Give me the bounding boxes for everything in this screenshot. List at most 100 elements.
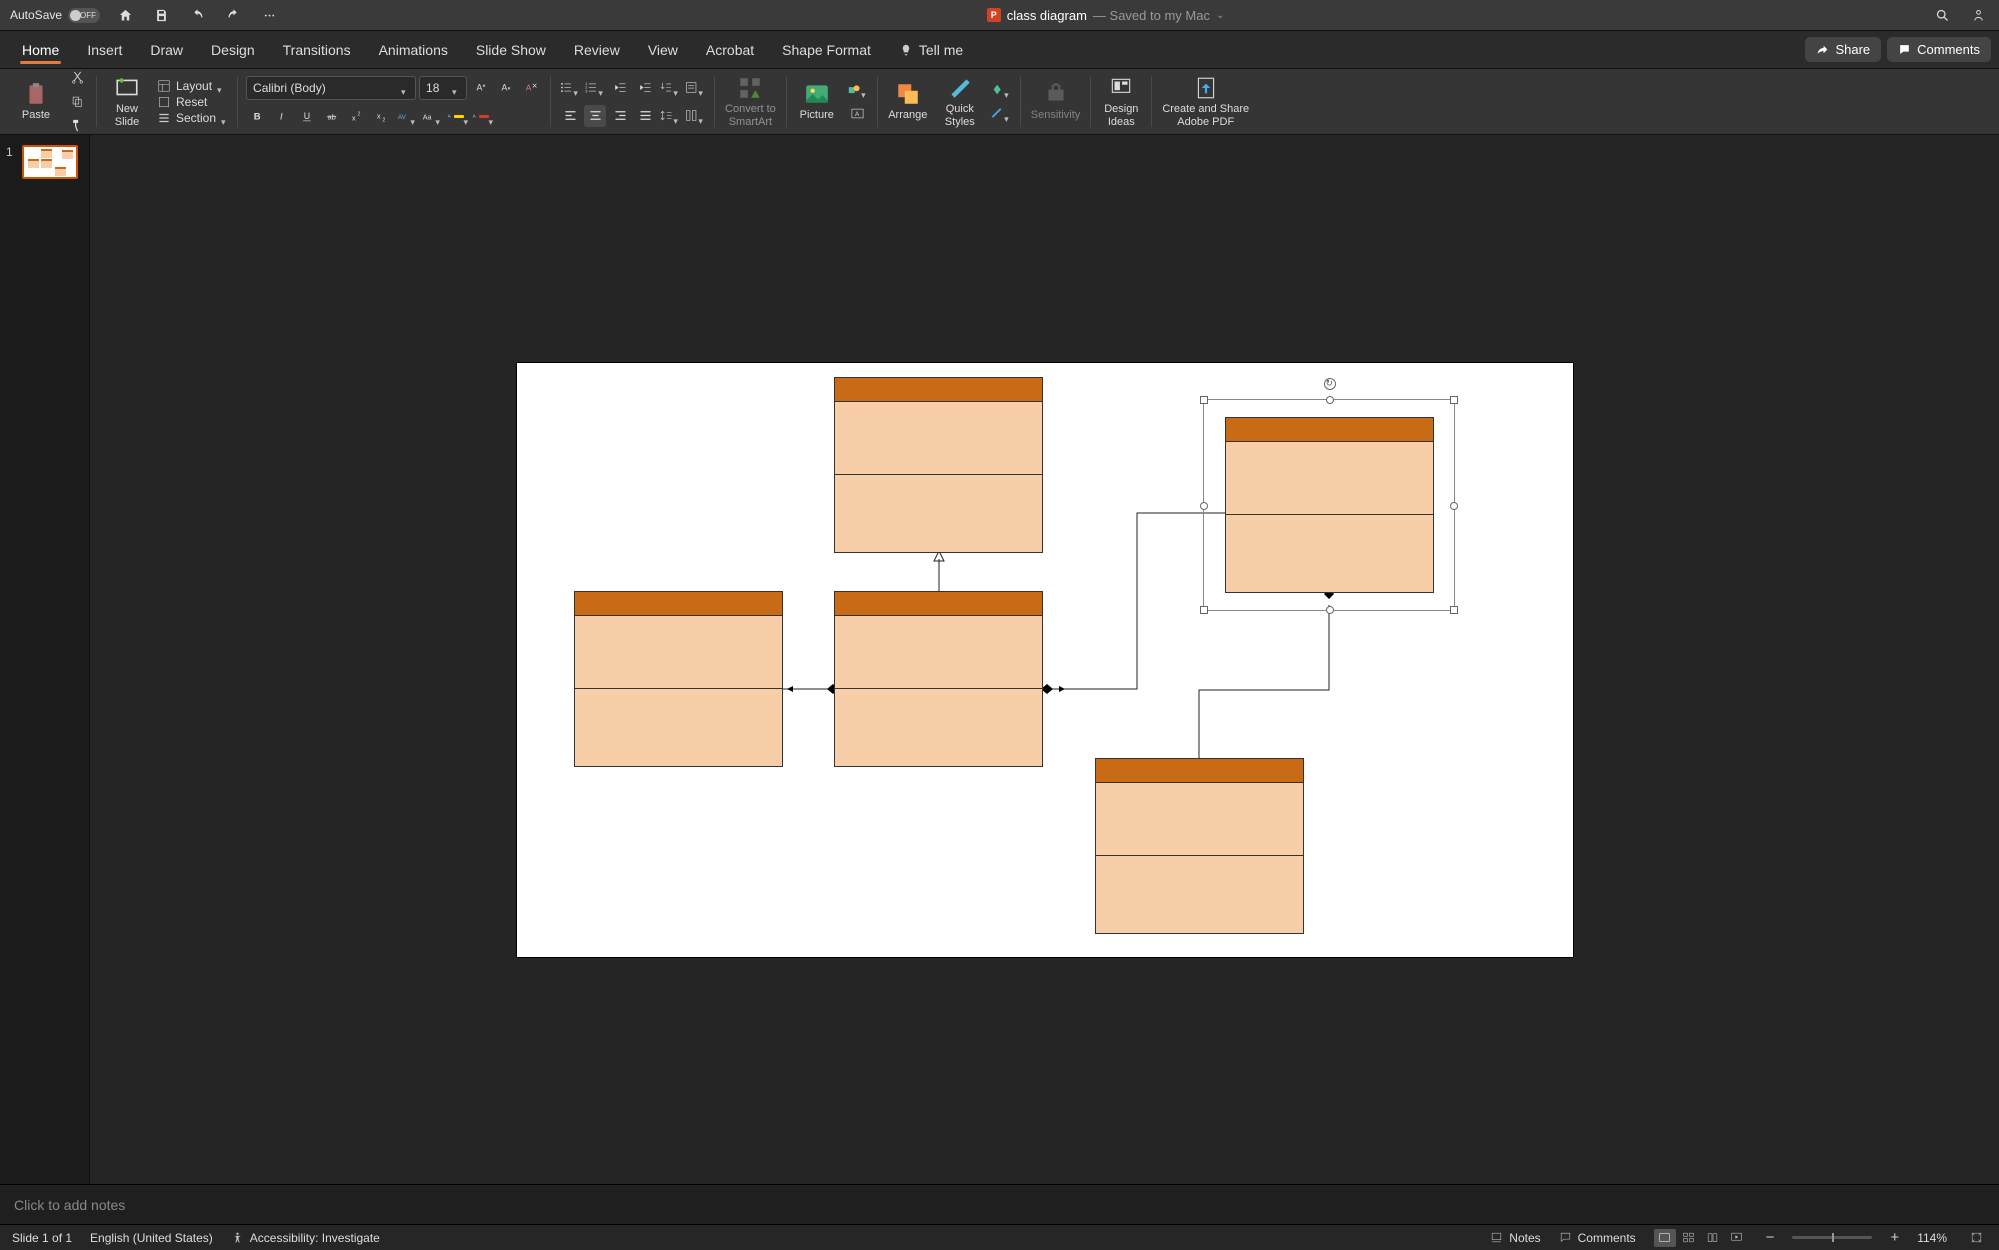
tab-insert[interactable]: Insert — [73, 31, 136, 68]
tab-transitions[interactable]: Transitions — [269, 31, 365, 68]
tab-shape-format[interactable]: Shape Format — [768, 31, 885, 68]
resize-handle[interactable] — [1326, 606, 1334, 614]
justify-icon[interactable] — [634, 105, 656, 127]
font-size-combo[interactable]: 18 — [419, 76, 467, 100]
autosave-toggle[interactable]: AutoSave OFF — [10, 8, 100, 23]
slideshow-view-icon[interactable] — [1726, 1229, 1748, 1247]
increase-indent-icon[interactable] — [634, 77, 656, 99]
change-case-icon[interactable]: Aa — [421, 106, 443, 128]
shape-outline-icon[interactable] — [990, 103, 1012, 125]
resize-handle[interactable] — [1450, 396, 1458, 404]
tab-draw[interactable]: Draw — [136, 31, 197, 68]
slide-sorter-icon[interactable] — [1678, 1229, 1700, 1247]
tab-animations[interactable]: Animations — [365, 31, 462, 68]
font-name-combo[interactable]: Calibri (Body) — [246, 76, 416, 100]
undo-icon[interactable] — [186, 4, 208, 26]
search-icon[interactable] — [1931, 4, 1953, 26]
tab-design[interactable]: Design — [197, 31, 269, 68]
redo-icon[interactable] — [222, 4, 244, 26]
bullets-icon[interactable] — [559, 77, 581, 99]
tab-home[interactable]: Home — [8, 31, 73, 68]
underline-icon[interactable]: U — [296, 106, 318, 128]
text-direction-icon[interactable] — [659, 77, 681, 99]
picture-button[interactable]: Picture — [795, 79, 839, 123]
toggle-switch-icon[interactable]: OFF — [68, 8, 100, 23]
slide-canvas[interactable] — [90, 135, 1999, 1184]
highlight-icon[interactable]: A — [446, 106, 468, 128]
zoom-level[interactable]: 114% — [1917, 1231, 1947, 1245]
rotate-handle-icon[interactable] — [1324, 378, 1336, 390]
subscript-icon[interactable]: x2 — [371, 106, 393, 128]
normal-view-icon[interactable] — [1654, 1229, 1676, 1247]
italic-icon[interactable]: I — [271, 106, 293, 128]
sensitivity-button[interactable]: Sensitivity — [1029, 79, 1083, 123]
increase-font-icon[interactable]: A▴ — [470, 77, 492, 99]
comments-toggle[interactable]: Comments — [1559, 1231, 1636, 1245]
layout-button[interactable]: Layout — [157, 79, 229, 93]
resize-handle[interactable] — [1326, 396, 1334, 404]
slide-counter[interactable]: Slide 1 of 1 — [12, 1231, 72, 1245]
line-spacing-icon[interactable] — [659, 105, 681, 127]
new-slide-button[interactable]: New Slide — [105, 73, 149, 129]
paste-button[interactable]: Paste — [14, 79, 58, 123]
slide-thumbnail[interactable]: 1 — [6, 145, 83, 179]
resize-handle[interactable] — [1200, 606, 1208, 614]
notes-toggle[interactable]: Notes — [1490, 1231, 1540, 1245]
arrange-button[interactable]: Arrange — [886, 79, 930, 123]
columns-icon[interactable] — [684, 105, 706, 127]
strikethrough-icon[interactable]: ab — [321, 106, 343, 128]
zoom-slider[interactable] — [1792, 1236, 1872, 1239]
decrease-indent-icon[interactable] — [609, 77, 631, 99]
convert-smartart-button[interactable]: Convert to SmartArt — [723, 73, 778, 129]
quick-styles-button[interactable]: Quick Styles — [938, 73, 982, 129]
bold-icon[interactable]: B — [246, 106, 268, 128]
tab-view[interactable]: View — [634, 31, 692, 68]
design-ideas-button[interactable]: Design Ideas — [1099, 73, 1143, 129]
save-icon[interactable] — [150, 4, 172, 26]
copy-icon[interactable] — [66, 91, 88, 113]
format-painter-icon[interactable] — [66, 115, 88, 137]
align-left-icon[interactable] — [559, 105, 581, 127]
cut-icon[interactable] — [66, 67, 88, 89]
share-toolbar-icon[interactable] — [1967, 4, 1989, 26]
overflow-icon[interactable] — [258, 4, 280, 26]
chevron-down-icon[interactable]: ⌄ — [1216, 10, 1224, 21]
zoom-out-icon[interactable]: − — [1766, 1229, 1775, 1246]
numbering-icon[interactable]: 123 — [584, 77, 606, 99]
shapes-icon[interactable] — [847, 79, 869, 101]
class-box[interactable] — [1095, 758, 1304, 934]
class-box[interactable] — [834, 377, 1043, 553]
slide[interactable] — [517, 363, 1573, 957]
resize-handle[interactable] — [1200, 396, 1208, 404]
align-center-icon[interactable] — [584, 105, 606, 127]
slide-thumbnail-panel[interactable]: 1 — [0, 135, 90, 1184]
tell-me-search[interactable]: Tell me — [885, 31, 977, 68]
notes-pane[interactable]: Click to add notes — [0, 1184, 1999, 1224]
language-button[interactable]: English (United States) — [90, 1231, 213, 1245]
resize-handle[interactable] — [1450, 606, 1458, 614]
accessibility-button[interactable]: Accessibility: Investigate — [231, 1231, 380, 1245]
tab-slide-show[interactable]: Slide Show — [462, 31, 560, 68]
share-button[interactable]: Share — [1805, 37, 1881, 62]
home-icon[interactable] — [114, 4, 136, 26]
class-box[interactable] — [834, 591, 1043, 767]
create-pdf-button[interactable]: Create and Share Adobe PDF — [1160, 73, 1251, 129]
zoom-in-icon[interactable]: + — [1890, 1229, 1899, 1246]
fit-to-window-icon[interactable] — [1965, 1229, 1987, 1247]
class-box-selected[interactable] — [1225, 417, 1434, 593]
tab-review[interactable]: Review — [560, 31, 634, 68]
align-right-icon[interactable] — [609, 105, 631, 127]
resize-handle[interactable] — [1200, 502, 1208, 510]
document-title[interactable]: class diagram — [1007, 8, 1087, 23]
superscript-icon[interactable]: x2 — [346, 106, 368, 128]
tab-acrobat[interactable]: Acrobat — [692, 31, 768, 68]
font-color-icon[interactable]: A — [471, 106, 493, 128]
comments-button[interactable]: Comments — [1887, 37, 1991, 62]
clear-formatting-icon[interactable]: A — [520, 77, 542, 99]
textbox-icon[interactable]: A — [847, 103, 869, 125]
character-spacing-icon[interactable]: AV — [396, 106, 418, 128]
section-button[interactable]: Section — [157, 111, 229, 125]
resize-handle[interactable] — [1450, 502, 1458, 510]
shape-fill-icon[interactable] — [990, 79, 1012, 101]
align-text-icon[interactable] — [684, 77, 706, 99]
